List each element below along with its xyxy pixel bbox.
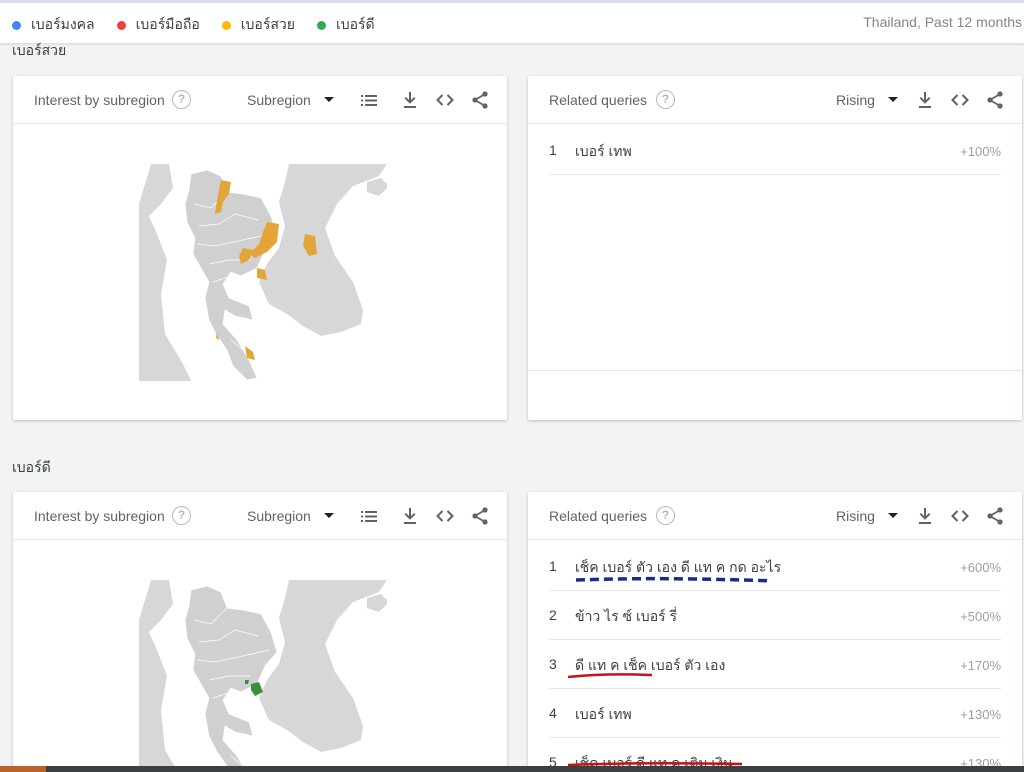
legend-label: เบอร์สวย [240,16,295,32]
thailand-map[interactable] [139,164,387,381]
chevron-down-icon[interactable] [324,513,334,518]
query-change: +130% [960,707,1001,722]
card-header: Interest by subregion ? Subregion [13,492,507,540]
share-icon[interactable] [984,89,1006,111]
legend-label: เบอร์มงคล [31,16,95,32]
query-change: +600% [960,560,1001,575]
query-change: +170% [960,658,1001,673]
red-underline-annotation [567,673,653,679]
download-icon[interactable] [399,505,421,527]
help-icon[interactable]: ? [656,90,675,109]
legend-label: เบอร์ดี [335,16,375,32]
search-term-legend: เบอร์มงคล เบอร์มือถือ เบอร์สวย เบอร์ดี [12,14,397,36]
query-rank: 1 [549,142,557,158]
embed-icon[interactable] [434,89,456,111]
embed-icon[interactable] [949,89,971,111]
embed-icon[interactable] [434,505,456,527]
legend-term-1[interactable]: เบอร์มงคล [12,14,95,36]
query-rank: 1 [549,558,557,574]
resolution-dropdown[interactable]: Subregion [247,508,311,524]
chevron-down-icon[interactable] [888,97,898,102]
legend-label: เบอร์มือถือ [135,16,200,32]
related-queries-card: Related queries ? Rising 1 เช็ค เบอร์ ตั… [528,492,1022,772]
legend-dot-blue [12,20,21,30]
thailand-map[interactable] [139,580,387,772]
related-queries-card: Related queries ? Rising 1 เบอร์ เทพ +10… [528,76,1022,420]
list-icon[interactable] [358,89,380,111]
interest-by-subregion-card: Interest by subregion ? Subregion [13,76,507,420]
query-row[interactable]: 1 เบอร์ เทพ +100% [549,126,1001,175]
card-header: Related queries ? Rising [528,76,1022,124]
dashed-underline-annotation [575,576,773,583]
help-icon[interactable]: ? [656,506,675,525]
rising-dropdown[interactable]: Rising [836,92,875,108]
query-rank: 2 [549,607,557,623]
rising-dropdown[interactable]: Rising [836,508,875,524]
section-title-term-4: เบอร์ดี [12,459,51,475]
query-row[interactable]: 3 ดี แท ค เช็ค เบอร์ ตัว เอง +170% [549,640,1001,689]
card-header: Related queries ? Rising [528,492,1022,540]
chevron-down-icon[interactable] [324,97,334,102]
chevron-down-icon[interactable] [888,513,898,518]
query-text[interactable]: ข้าว ไร ซ์ เบอร์ รี่ [575,606,677,628]
embed-icon[interactable] [949,505,971,527]
resolution-dropdown[interactable]: Subregion [247,92,311,108]
card-title: Related queries [549,92,648,108]
query-change: +500% [960,609,1001,624]
section-title-term-3: เบอร์สวย [12,42,67,58]
share-icon[interactable] [984,505,1006,527]
query-rank: 4 [549,705,557,721]
query-text[interactable]: เบอร์ เทพ [575,704,632,726]
subregion-map[interactable] [13,125,507,420]
legend-dot-yellow [221,20,231,30]
download-icon[interactable] [914,505,936,527]
card-title: Interest by subregion [34,92,165,108]
card-title: Related queries [549,508,648,524]
help-icon[interactable]: ? [172,506,191,525]
share-icon[interactable] [469,89,491,111]
comparison-header: เบอร์มงคล เบอร์มือถือ เบอร์สวย เบอร์ดี T… [0,0,1024,44]
query-change: +100% [960,144,1001,159]
scope-label: Thailand, Past 12 months [863,14,1022,30]
interest-by-subregion-card: Interest by subregion ? Subregion [13,492,507,772]
query-rank: 3 [549,656,557,672]
legend-dot-red [116,20,126,30]
download-icon[interactable] [914,89,936,111]
legend-term-4[interactable]: เบอร์ดี [316,14,375,36]
query-text[interactable]: เบอร์ เทพ [575,141,632,163]
legend-term-3[interactable]: เบอร์สวย [221,14,295,36]
query-row[interactable]: 4 เบอร์ เทพ +130% [549,689,1001,738]
query-row[interactable]: 2 ข้าว ไร ซ์ เบอร์ รี่ +500% [549,591,1001,640]
card-title: Interest by subregion [34,508,165,524]
pagination-divider [528,370,1022,371]
download-icon[interactable] [399,89,421,111]
list-icon[interactable] [358,505,380,527]
subregion-map[interactable] [13,541,507,772]
legend-dot-green [316,20,326,30]
card-header: Interest by subregion ? Subregion [13,76,507,124]
share-icon[interactable] [469,505,491,527]
legend-term-2[interactable]: เบอร์มือถือ [116,14,200,36]
taskbar-tab[interactable] [0,766,46,772]
help-icon[interactable]: ? [172,90,191,109]
taskbar-strip [0,766,1024,772]
